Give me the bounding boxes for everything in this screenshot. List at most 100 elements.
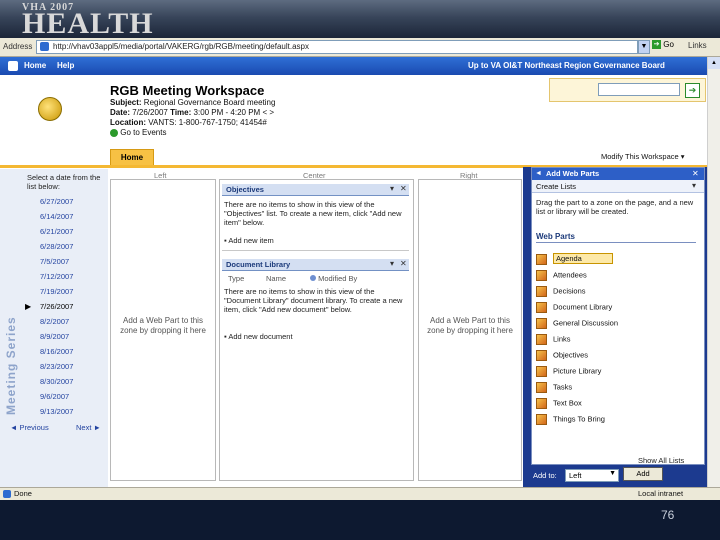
close-icon[interactable]: ✕ xyxy=(400,259,407,268)
web-part-label: Tasks xyxy=(553,382,573,392)
scroll-up-icon[interactable]: ▲ xyxy=(708,57,720,69)
create-lists-label: Create Lists xyxy=(536,182,577,191)
date-link[interactable]: 6/27/2007 xyxy=(40,197,73,206)
site-icon xyxy=(8,61,18,71)
objectives-webpart-header: Objectives ▾ ✕ xyxy=(222,184,409,196)
subject-line: Subject: Regional Governance Board meeti… xyxy=(110,98,276,107)
web-part-label: Attendees xyxy=(553,270,587,280)
web-part-label: Agenda xyxy=(553,253,613,265)
web-part-label: Text Box xyxy=(553,398,582,408)
objectives-title[interactable]: Objectives xyxy=(226,185,264,194)
date-link[interactable]: 8/9/2007 xyxy=(40,332,69,341)
web-part-item[interactable]: Tasks xyxy=(536,382,572,393)
date-link[interactable]: 8/30/2007 xyxy=(40,377,73,386)
date-link[interactable]: 6/21/2007 xyxy=(40,227,73,236)
page-icon xyxy=(40,42,49,51)
select-date-instructions: Select a date from the list below: xyxy=(27,173,101,191)
col-name[interactable]: Name xyxy=(266,274,286,283)
list-icon xyxy=(536,366,547,377)
search-input[interactable] xyxy=(598,83,680,96)
web-part-item[interactable]: Decisions xyxy=(536,286,586,297)
create-lists-bar: Create Lists ▾ xyxy=(532,180,704,193)
date-link[interactable]: 8/23/2007 xyxy=(40,362,73,371)
ie-page-icon xyxy=(3,490,11,498)
web-part-item[interactable]: Picture Library xyxy=(536,366,601,377)
date-link[interactable]: 7/26/2007 xyxy=(40,302,73,311)
vertical-scrollbar[interactable]: ▲ xyxy=(707,57,720,487)
up-to-site-link[interactable]: Up to VA OI&T Northeast Region Governanc… xyxy=(468,61,665,70)
address-label: Address xyxy=(3,42,33,51)
date-link[interactable]: 9/13/2007 xyxy=(40,407,73,416)
go-arrow-icon xyxy=(110,128,118,137)
date-link[interactable]: 7/12/2007 xyxy=(40,272,73,281)
date-link[interactable]: 8/2/2007 xyxy=(40,317,69,326)
zone-left[interactable]: Add a Web Part to this zone by dropping … xyxy=(110,179,216,481)
go-label: Go xyxy=(663,40,674,49)
meeting-workspace-icon xyxy=(38,97,62,121)
date-link[interactable]: 6/14/2007 xyxy=(40,212,73,221)
go-button[interactable]: ➔ Go xyxy=(652,40,674,50)
date-link[interactable]: 7/19/2007 xyxy=(40,287,73,296)
list-icon xyxy=(536,334,547,345)
next-link[interactable]: Next ► xyxy=(76,423,101,432)
web-part-item[interactable]: Attendees xyxy=(536,270,587,281)
web-parts-heading: Web Parts xyxy=(536,232,575,241)
list-icon xyxy=(536,414,547,425)
web-part-item[interactable]: Text Box xyxy=(536,398,582,409)
col-modified-by[interactable]: Modified By xyxy=(310,274,357,283)
col-type[interactable]: Type xyxy=(228,274,244,283)
date-link[interactable]: 9/6/2007 xyxy=(40,392,69,401)
doclib-empty-text: There are no items to show in this view … xyxy=(224,287,403,314)
web-part-label: Decisions xyxy=(553,286,586,296)
list-icon xyxy=(536,254,547,265)
web-part-label: Objectives xyxy=(553,350,589,360)
goto-events-link[interactable]: Go to Events xyxy=(110,128,166,137)
zone-center[interactable]: Objectives ▾ ✕ There are no items to sho… xyxy=(219,179,414,481)
tool-pane-description: Drag the part to a zone on the page, and… xyxy=(536,198,694,216)
add-new-document-link[interactable]: ▪ Add new document xyxy=(224,332,293,341)
previous-link[interactable]: ◄ Previous xyxy=(10,423,49,432)
web-part-item[interactable]: General Discussion xyxy=(536,318,618,329)
time-nav-arrows[interactable]: < > xyxy=(262,108,274,117)
list-icon xyxy=(536,286,547,297)
collapse-icon[interactable]: ◄ xyxy=(535,170,542,177)
address-field[interactable]: http://vhav03appl5/media/portal/VAKERG/r… xyxy=(36,40,638,54)
web-part-label: Links xyxy=(553,334,571,344)
date-link[interactable]: 8/16/2007 xyxy=(40,347,73,356)
webpart-menu-icon[interactable]: ▾ xyxy=(390,184,394,193)
web-part-item[interactable]: Links xyxy=(536,334,571,345)
show-all-lists-link[interactable]: Show All Lists xyxy=(638,456,684,465)
web-part-item[interactable]: Objectives xyxy=(536,350,588,361)
top-nav-bar: Home Help Up to VA OI&T Northeast Region… xyxy=(0,57,707,75)
links-menu[interactable]: Links xyxy=(688,41,707,50)
date-link[interactable]: 6/28/2007 xyxy=(40,242,73,251)
search-go-icon[interactable]: ➔ xyxy=(685,83,700,98)
divider xyxy=(222,250,409,251)
security-zone: Local intranet xyxy=(638,489,684,498)
web-part-item[interactable]: Agenda xyxy=(536,253,613,265)
zone-left-hint: Add a Web Part to this zone by dropping … xyxy=(120,316,206,335)
add-new-item-link[interactable]: ▪ Add new item xyxy=(224,236,274,245)
add-web-parts-tool-pane: ◄ Add Web Parts ✕ Create Lists ▾ Drag th… xyxy=(523,167,707,487)
status-bar: Done Local intranet xyxy=(0,487,720,500)
date-link[interactable]: 7/5/2007 xyxy=(40,257,69,266)
nav-home-link[interactable]: Home xyxy=(24,61,46,70)
dropdown-icon[interactable]: ▾ xyxy=(692,181,696,190)
add-to-zone-select[interactable]: Left ▼ xyxy=(565,469,619,482)
add-button[interactable]: Add xyxy=(623,467,663,481)
address-dropdown-icon[interactable]: ▼ xyxy=(638,40,650,54)
close-icon[interactable]: ✕ xyxy=(400,184,407,193)
web-part-item[interactable]: Document Library xyxy=(536,302,612,313)
doclib-title[interactable]: Document Library xyxy=(226,260,290,269)
zone-right[interactable]: Add a Web Part to this zone by dropping … xyxy=(418,179,522,481)
tool-pane-header: ◄ Add Web Parts ✕ xyxy=(532,168,704,180)
webpart-menu-icon[interactable]: ▾ xyxy=(390,259,394,268)
url-text: http://vhav03appl5/media/portal/VAKERG/r… xyxy=(53,42,309,51)
chevron-down-icon: ▼ xyxy=(609,470,616,477)
go-arrow-icon: ➔ xyxy=(652,40,661,50)
nav-help-link[interactable]: Help xyxy=(57,61,74,70)
close-icon[interactable]: ✕ xyxy=(692,169,699,178)
modify-workspace-menu[interactable]: Modify This Workspace ▾ xyxy=(601,152,685,161)
web-part-item[interactable]: Things To Bring xyxy=(536,414,605,425)
list-icon xyxy=(536,350,547,361)
